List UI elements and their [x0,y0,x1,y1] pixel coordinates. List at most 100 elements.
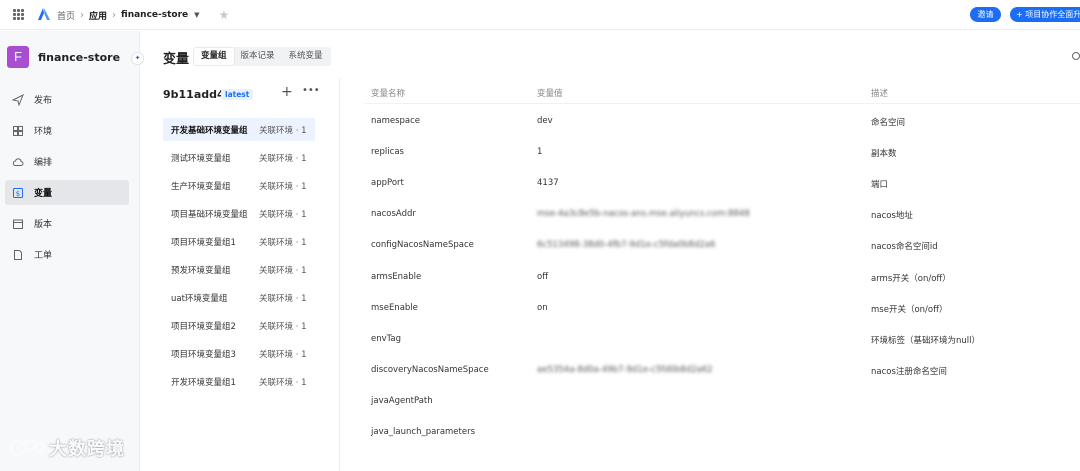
list-item[interactable]: 项目环境变量组2 关联环境 · 1 [163,314,315,337]
breadcrumb-current-app[interactable]: finance-store [121,10,188,20]
more-icon[interactable]: ••• [302,85,320,96]
sidebar-item-variables[interactable]: $ 变量 [5,180,129,205]
sidebar-item-version[interactable]: 版本 [5,211,129,236]
sidebar-item-orchestration[interactable]: 编排 [5,149,129,174]
table-row[interactable]: replicas 1 副本数 [365,136,1080,167]
group-name: 项目环境变量组1 [171,237,236,248]
list-item[interactable]: 开发环境变量组1 关联环境 · 1 [163,370,315,393]
star-icon[interactable]: ★ [219,8,230,22]
tab-variable-groups[interactable]: 变量组 [194,48,234,65]
group-name: uat环境变量组 [171,293,228,304]
cell-variable-description: 命名空间 [871,118,906,128]
list-item[interactable]: 测试环境变量组 关联环境 · 1 [163,146,315,169]
group-name: 测试环境变量组 [171,153,231,164]
table-header: 变量名称 变量值 描述 [365,78,1080,104]
sidebar: F finance-store ✦ 发布 环境 编排 $ 变量 版本 工单 [0,31,144,471]
cell-variable-name: namespace [371,116,421,126]
collaboration-upgrade-button[interactable]: + 项目协作全面升 [1010,7,1080,22]
page-title: 变量 [163,52,190,67]
cell-variable-name: envTag [371,333,402,344]
list-item[interactable]: 预发环境变量组 关联环境 · 1 [163,258,315,281]
group-version-id: 9b11add4 [163,88,225,101]
cell-variable-description: 副本数 [871,149,897,160]
chevron-right-icon: › [80,9,85,21]
search-icon[interactable] [1072,52,1080,60]
sidebar-item-label: 变量 [34,189,53,199]
table-row[interactable]: discoveryNacosNameSpace ae5354a-8d0a-49b7… [365,354,1080,385]
breadcrumb-home[interactable]: 首页 [57,9,75,22]
send-icon [12,93,24,106]
breadcrumb-apps[interactable]: 应用 [89,9,107,22]
add-group-icon[interactable]: + [281,84,293,100]
table-row[interactable]: configNacosNameSpace 6c513498-38d0-4fb7-9… [365,229,1080,260]
group-env-count: 关联环境 · 1 [259,181,307,192]
cell-variable-value: 4137 [537,178,559,189]
column-header-description: 描述 [871,89,889,99]
tab-version-history[interactable]: 版本记录 [234,48,282,65]
group-env-count: 关联环境 · 1 [259,237,307,248]
table-row[interactable]: namespace dev 命名空间 [365,105,1080,136]
group-env-count: 关联环境 · 1 [259,125,307,136]
table-row[interactable]: armsEnable off arms开关（on/off） [365,261,1080,292]
group-name: 开发环境变量组1 [171,377,236,388]
group-list: 开发基础环境变量组 关联环境 · 1 测试环境变量组 关联环境 · 1 生产环境变量… [163,118,315,398]
list-item[interactable]: 项目环境变量组1 关联环境 · 1 [163,230,315,253]
caret-down-icon[interactable]: ▼ [194,11,199,19]
cell-variable-value: on [537,302,548,313]
table-row[interactable]: mseEnable on mse开关（on/off） [365,292,1080,323]
group-env-count: 关联环境 · 1 [259,209,307,220]
breadcrumb: 首页 › 应用 › finance-store ▼ ★ [57,0,229,30]
app-name: finance-store [38,50,121,64]
cell-variable-name: configNacosNameSpace [371,240,474,251]
watermark-text: 大数跨境 [49,439,125,460]
list-item[interactable]: 项目基础环境变量组 关联环境 · 1 [163,202,315,225]
table-row[interactable]: envTag 环境标签（基础环境为null） [365,323,1080,354]
sidebar-item-label: 环境 [34,127,53,137]
group-env-count: 关联环境 · 1 [259,293,307,304]
list-item[interactable]: 生产环境变量组 关联环境 · 1 [163,174,315,197]
sidebar-item-label: 发布 [34,96,53,106]
svg-text:$: $ [16,190,20,198]
table-row[interactable]: appPort 4137 端口 [365,167,1080,198]
invite-button[interactable]: 邀请 [970,7,1001,22]
cell-variable-value: ae5354a-8d0a-49b7-9d1e-c5fd0b8d2a62 [537,364,713,375]
sidebar-item-label: 工单 [34,251,53,261]
list-item[interactable]: 项目环境变量组3 关联环境 · 1 [163,342,315,365]
logo-icon[interactable] [37,7,51,21]
group-env-count: 关联环境 · 1 [259,265,307,276]
sidebar-item-release[interactable]: 发布 [5,87,129,112]
watermark-logo-icon [9,438,46,457]
pin-icon[interactable]: ✦ [131,52,144,65]
app-header[interactable]: F finance-store [7,46,120,68]
cell-variable-description: nacos命名空间id [871,242,938,253]
cell-variable-name: java_launch_parameters [371,427,476,437]
group-name: 开发基础环境变量组 [171,125,248,136]
cell-variable-description: arms开关（on/off） [871,273,951,284]
variable-icon: $ [13,187,23,198]
latest-badge: latest [221,89,254,100]
calendar-icon [13,219,23,229]
app-grid-icon[interactable] [13,9,24,20]
table-row[interactable]: javaAgentPath [365,385,1080,416]
sidebar-item-label: 版本 [34,220,53,230]
cell-variable-name: discoveryNacosNameSpace [371,364,489,375]
cell-variable-value: dev [537,116,553,126]
column-header-name: 变量名称 [371,89,406,99]
group-env-count: 关联环境 · 1 [259,153,307,164]
table-row[interactable]: nacosAddr mse-4a3c8e5b-nacos-ans.mse.aliy… [365,198,1080,229]
sidebar-item-label: 编排 [34,158,53,168]
cell-variable-value: off [537,271,549,282]
group-name: 生产环境变量组 [171,181,231,192]
grid-icon [13,125,23,136]
cell-variable-name: javaAgentPath [371,395,433,406]
cell-variable-description: nacos地址 [871,211,913,222]
sidebar-item-ticket[interactable]: 工单 [5,242,129,267]
table-row[interactable]: java_launch_parameters [365,416,1080,447]
group-env-count: 关联环境 · 1 [259,349,307,360]
tab-system-variables[interactable]: 系统变量 [282,48,330,65]
list-item[interactable]: 开发基础环境变量组 关联环境 · 1 [163,118,315,141]
group-name: 项目环境变量组3 [171,349,236,360]
list-item[interactable]: uat环境变量组 关联环境 · 1 [163,286,315,309]
sidebar-item-environment[interactable]: 环境 [5,118,129,143]
column-header-value: 变量值 [537,89,563,99]
